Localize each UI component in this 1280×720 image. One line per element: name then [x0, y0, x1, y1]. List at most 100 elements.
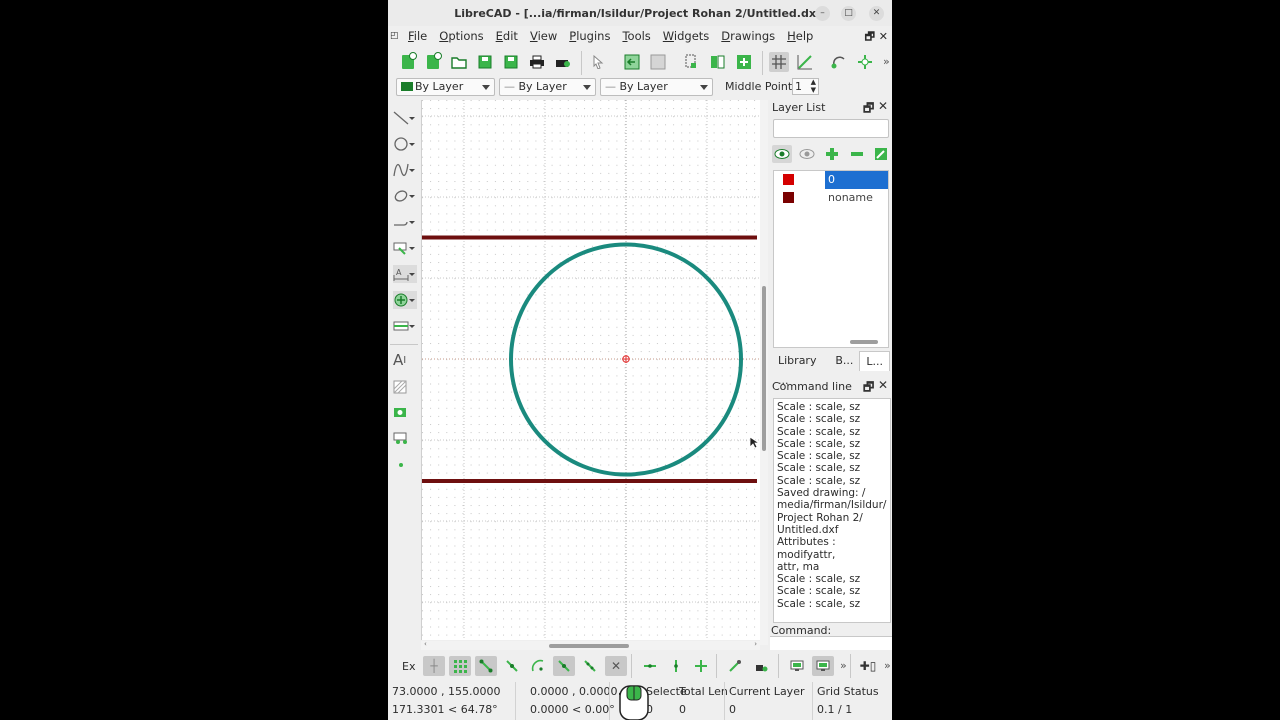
layer-row[interactable]: noname — [774, 189, 888, 207]
layer-row[interactable]: 0 — [774, 171, 888, 189]
toolbar-overflow-icon[interactable]: » — [883, 55, 890, 68]
command-panel-close-icon[interactable]: ✕ — [878, 378, 888, 392]
text-tool-icon[interactable]: AI — [393, 351, 417, 369]
svg-text:A: A — [396, 268, 402, 277]
minimize-button[interactable]: – — [815, 6, 830, 21]
polyline-tool-icon[interactable] — [393, 213, 417, 231]
edit-layer-icon[interactable] — [871, 145, 891, 163]
undo-icon[interactable] — [622, 52, 642, 72]
maximize-button[interactable]: □ — [841, 6, 856, 21]
middle-points-spinbox[interactable]: 1 ▲ ▼ — [792, 78, 819, 95]
app-menu-icon[interactable]: ◰ — [388, 31, 402, 41]
menu-plugins[interactable]: Plugins — [563, 29, 616, 43]
tab-layers[interactable]: L... — [859, 351, 890, 371]
menu-edit[interactable]: Edit — [490, 29, 524, 43]
menu-widgets[interactable]: Widgets — [657, 29, 716, 43]
paste-icon[interactable] — [734, 52, 754, 72]
draft-mode-icon[interactable] — [795, 52, 815, 72]
add-layer-icon[interactable] — [822, 145, 842, 163]
menu-help[interactable]: Help — [781, 29, 819, 43]
snap-endpoints-icon[interactable] — [475, 656, 497, 676]
grid-status-label: Grid Status — [817, 685, 879, 698]
snap-center-icon[interactable] — [527, 656, 549, 676]
history-line: Scale : scale, sz — [777, 573, 861, 586]
snap-intersection-icon[interactable]: ✕ — [605, 656, 627, 676]
snap-on-entity-icon[interactable] — [501, 656, 523, 676]
show-all-layers-icon[interactable] — [772, 145, 792, 163]
line-tool-icon[interactable] — [393, 109, 417, 127]
point-tool-icon[interactable] — [393, 456, 417, 474]
layer-search-input[interactable] — [773, 119, 889, 138]
menu-drawings[interactable]: Drawings — [715, 29, 781, 43]
zoom-pan-icon[interactable] — [855, 52, 875, 72]
right-dock: Layer List 🗗 ✕ 0 noname Library ... B...… — [770, 97, 892, 650]
restrict-horizontal-icon[interactable] — [639, 656, 661, 676]
block-tool-icon[interactable] — [393, 429, 417, 447]
command-panel-float-icon[interactable]: 🗗 — [863, 378, 874, 399]
info-tool-icon[interactable] — [393, 317, 417, 335]
layer-hscroll-thumb[interactable] — [850, 340, 878, 344]
pen-width-select[interactable]: — By Layer — [600, 78, 713, 96]
vertical-scroll-thumb[interactable] — [762, 286, 766, 451]
grid-toggle-icon[interactable] — [769, 52, 789, 72]
horizontal-scroll-thumb[interactable] — [549, 644, 629, 648]
close-window-button[interactable]: ✕ — [869, 6, 884, 21]
select-pointer-icon[interactable] — [588, 52, 608, 72]
vertical-scrollbar[interactable] — [760, 100, 768, 645]
layer-panel-close-icon[interactable]: ✕ — [878, 99, 888, 113]
redo-icon[interactable] — [648, 52, 668, 72]
layer-color-swatch[interactable] — [783, 192, 794, 203]
print-icon[interactable] — [527, 52, 547, 72]
layer-panel-float-icon[interactable]: 🗗 — [863, 99, 874, 120]
mdi-controls[interactable]: 🗗 ✕ — [865, 28, 888, 47]
menu-tools[interactable]: Tools — [616, 29, 656, 43]
middle-points-value: 1 — [795, 80, 802, 93]
hatch-tool-icon[interactable] — [393, 378, 417, 396]
image-tool-icon[interactable] — [393, 403, 417, 421]
display-active-icon[interactable] — [812, 656, 834, 676]
drawing-svg[interactable] — [422, 100, 760, 640]
tab-blocks[interactable]: B... — [829, 351, 859, 371]
pen-color-select[interactable]: By Layer — [396, 78, 495, 96]
main-toolbar: » — [388, 47, 892, 77]
snap-overflow-2-icon[interactable]: » — [884, 659, 891, 672]
display-icon[interactable] — [786, 656, 808, 676]
new-file-icon[interactable] — [398, 52, 418, 72]
hide-all-layers-icon[interactable] — [797, 145, 817, 163]
copy-icon[interactable] — [708, 52, 728, 72]
layer-color-swatch[interactable] — [783, 174, 794, 185]
pen-linetype-select[interactable]: — By Layer — [499, 78, 596, 96]
save-as-icon[interactable] — [501, 52, 521, 72]
snap-free-icon[interactable]: ┼ — [423, 656, 445, 676]
pen-linetype-value: By Layer — [518, 80, 567, 93]
restrict-orthogonal-icon[interactable] — [690, 656, 712, 676]
lock-relative-zero-icon[interactable] — [750, 656, 772, 676]
open-file-icon[interactable] — [449, 52, 469, 72]
relative-zero-icon[interactable] — [724, 656, 746, 676]
new-from-template-icon[interactable] — [423, 52, 443, 72]
restrict-vertical-icon[interactable] — [665, 656, 687, 676]
horizontal-scrollbar[interactable]: ‹ › — [421, 640, 760, 650]
remove-layer-icon[interactable] — [847, 145, 867, 163]
snap-middle-icon[interactable] — [553, 656, 575, 676]
command-input[interactable] — [770, 636, 892, 650]
cut-icon[interactable] — [681, 52, 701, 72]
circle-tool-icon[interactable] — [393, 135, 417, 153]
snap-distance-icon[interactable] — [579, 656, 601, 676]
tab-library[interactable]: Library ... — [772, 351, 829, 387]
print-preview-icon[interactable] — [553, 52, 573, 72]
menu-options[interactable]: Options — [433, 29, 489, 43]
redraw-icon[interactable] — [829, 52, 849, 72]
snap-grid-icon[interactable] — [449, 656, 471, 676]
snap-overflow-icon[interactable]: » — [840, 659, 847, 672]
curve-tool-icon[interactable] — [393, 161, 417, 179]
menu-file[interactable]: File — [402, 29, 433, 43]
select-tool-icon[interactable] — [393, 239, 417, 257]
ellipse-tool-icon[interactable] — [393, 187, 417, 205]
dimension-tool-icon[interactable]: A — [393, 265, 417, 283]
save-icon[interactable] — [475, 52, 495, 72]
add-snap-icon[interactable]: ✚▯ — [857, 656, 879, 676]
drawing-canvas[interactable] — [421, 100, 760, 640]
modify-tool-icon[interactable] — [393, 291, 417, 309]
menu-view[interactable]: View — [524, 29, 563, 43]
